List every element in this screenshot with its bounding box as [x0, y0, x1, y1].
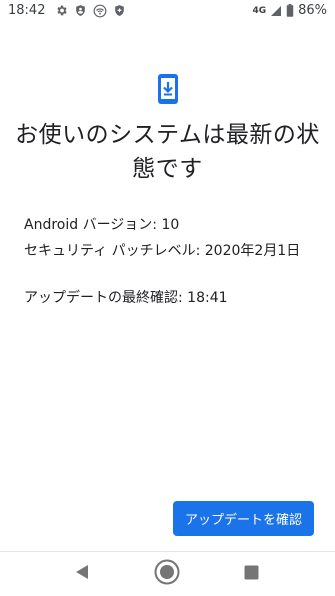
back-button[interactable]: [68, 560, 96, 588]
status-bar: 18:42 4G 86%: [0, 0, 335, 24]
battery-icon: [286, 4, 294, 17]
recents-icon: [244, 565, 259, 584]
signal-icon: [270, 5, 282, 17]
android-version-text: Android バージョン: 10: [24, 217, 180, 233]
home-button[interactable]: [153, 559, 181, 589]
status-bar-left: 18:42: [8, 3, 126, 18]
recents-button[interactable]: [237, 560, 265, 588]
shield-plus-icon: [113, 4, 126, 17]
home-icon: [154, 559, 180, 589]
system-update-screen: 18:42 4G 86% お使いのシステムは最新の状態です Android バー…: [0, 0, 335, 596]
check-update-button[interactable]: アップデートを確認: [173, 501, 314, 536]
phone-download-icon: [157, 73, 179, 105]
security-patch-text: セキュリティ パッチレベル: 2020年2月1日: [24, 243, 301, 259]
page-title: お使いのシステムは最新の状態です: [15, 122, 320, 182]
last-checked-text: アップデートの最終確認: 18:41: [24, 290, 228, 306]
status-bar-right: 4G 86%: [252, 3, 327, 18]
wifi-icon: [93, 4, 107, 18]
battery-level: 86%: [298, 3, 327, 18]
status-time: 18:42: [8, 3, 46, 18]
gear-icon: [55, 4, 68, 17]
network-type: 4G: [252, 5, 267, 16]
back-icon: [74, 564, 90, 584]
navigation-bar: [0, 552, 335, 596]
shield-icon: [74, 4, 87, 17]
